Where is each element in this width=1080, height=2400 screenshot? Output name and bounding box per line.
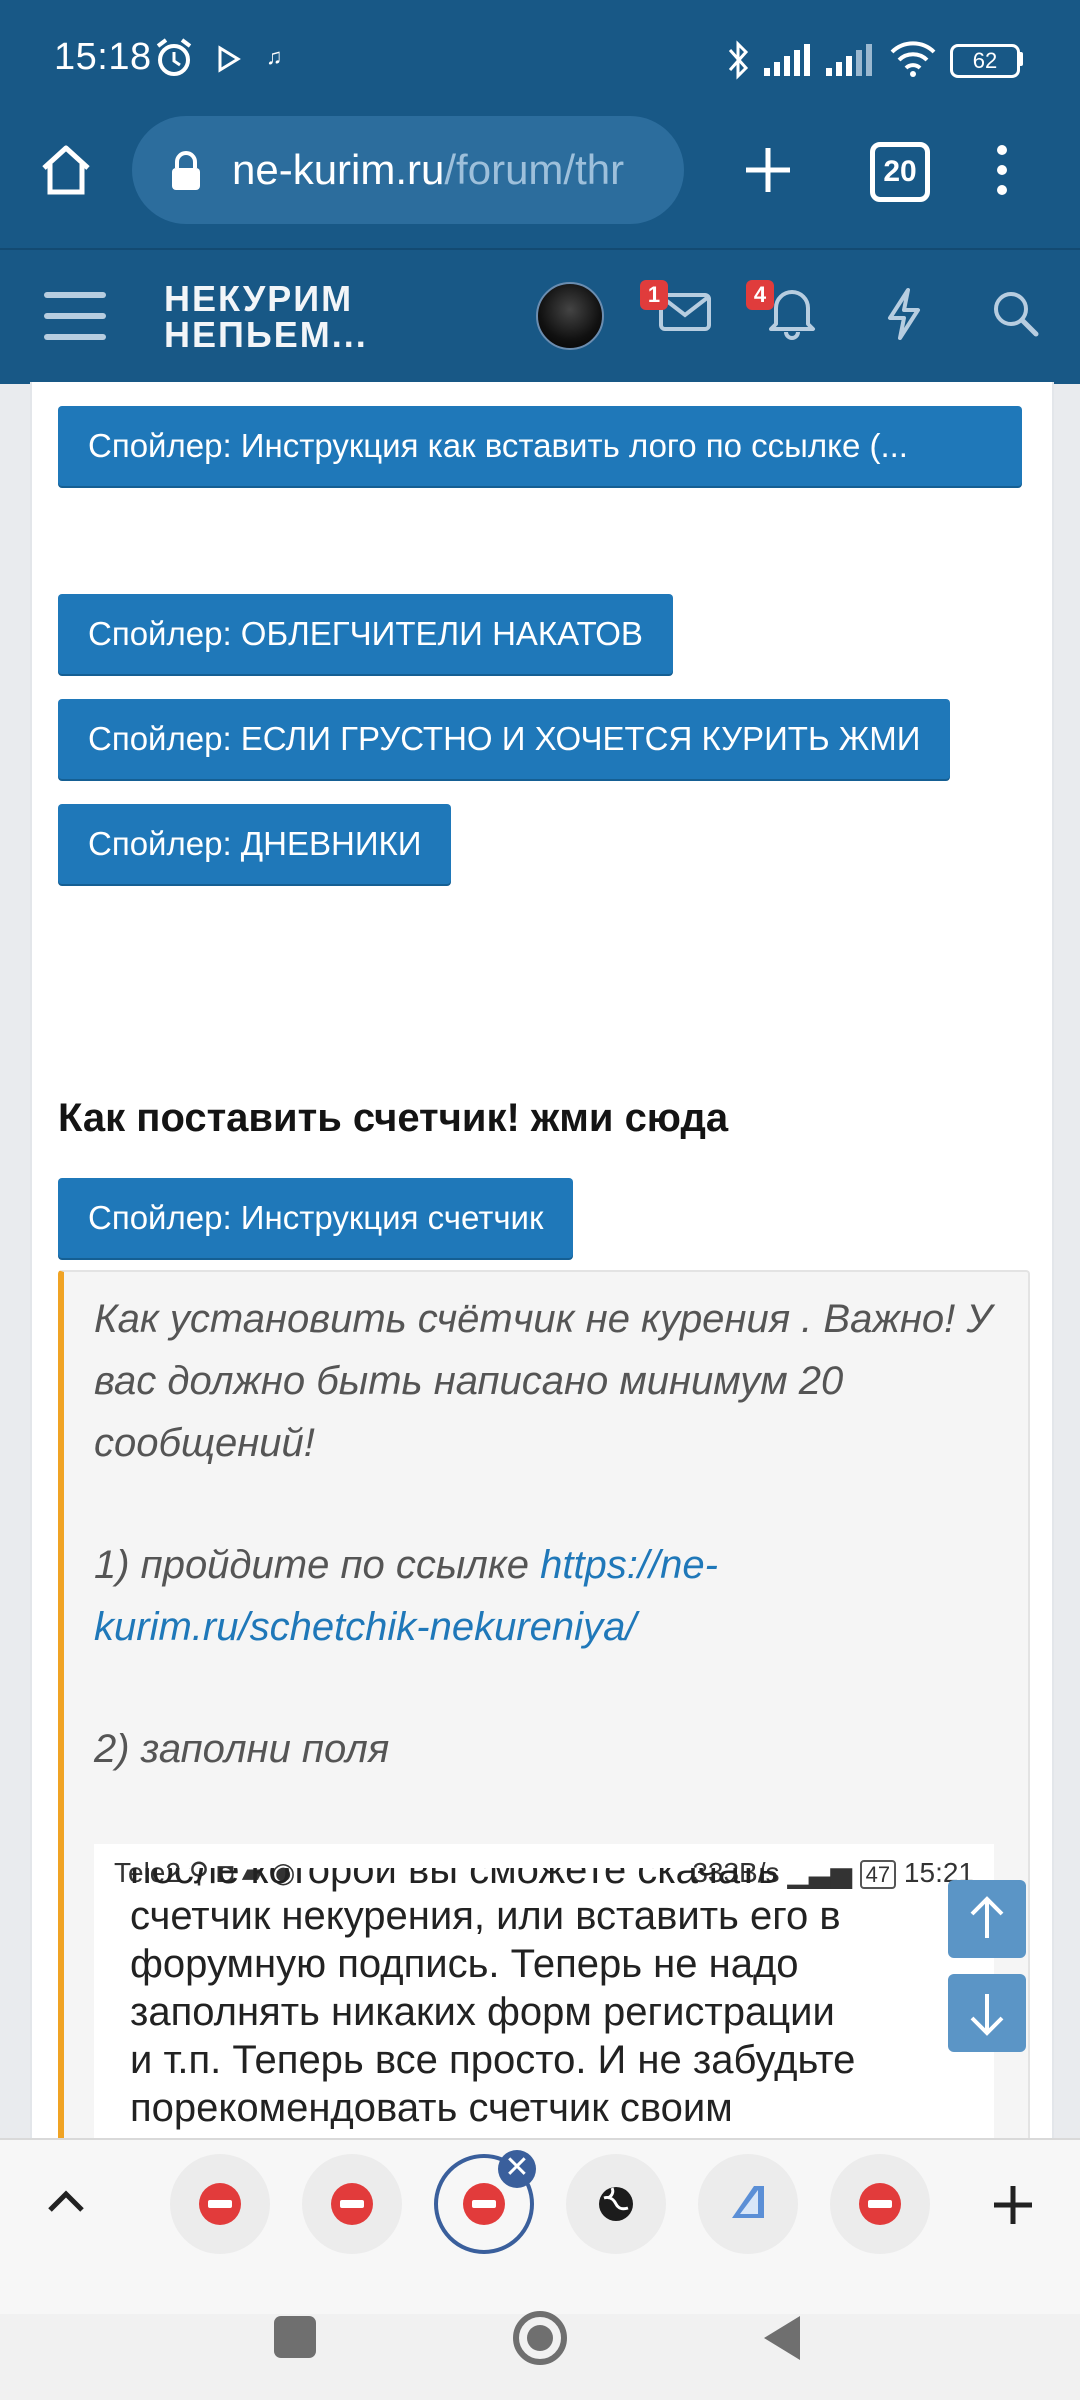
bluetooth-icon: [728, 40, 749, 80]
quote-step1: 1) пройдите по ссылке https://ne-kurim.r…: [94, 1534, 994, 1658]
chevron-up-icon[interactable]: [46, 2186, 86, 2216]
spoiler-sad-smoke[interactable]: Спойлер: ЕСЛИ ГРУСТНО И ХОЧЕТСЯ КУРИТЬ Ж…: [58, 699, 951, 779]
play-store-icon: [218, 45, 241, 73]
inner-line-cut: порекомендовать счетчик своим: [130, 2086, 733, 2130]
signal-2-icon: [826, 44, 872, 76]
tab-thumb-6[interactable]: [830, 2154, 930, 2254]
status-bar: 15:18 ♫ 62: [0, 0, 1080, 120]
tab-switcher-button[interactable]: 20: [870, 142, 930, 202]
wifi-icon: [890, 41, 936, 77]
lightning-icon[interactable]: [884, 286, 924, 342]
spoiler-counter-instruction[interactable]: Спойлер: Инструкция счетчик: [58, 1178, 574, 1258]
inner-text-top: после которой вы сможете скачать: [130, 1868, 779, 1892]
battery-indicator: 62: [950, 44, 1020, 78]
spoiler-diaries[interactable]: Спойлер: ДНЕВНИКИ: [58, 804, 452, 884]
scroll-up-button[interactable]: [948, 1880, 1026, 1958]
home-nav-icon[interactable]: [510, 2308, 570, 2368]
embedded-screenshot: Tele2 ⚲ ◘ ▰ ◉ 333B/s ▁▃▅ 47 15:21 после …: [94, 1844, 994, 2144]
quote-step2: 2) заполни поля: [94, 1727, 390, 1771]
search-icon[interactable]: [990, 288, 1040, 338]
url-path: /forum/thr: [444, 146, 625, 193]
spoiler-logo-instruction[interactable]: Спойлер: Инструкция как вставить лого по…: [58, 406, 1022, 486]
tab-thumb-5[interactable]: [698, 2154, 798, 2254]
lock-icon: [172, 151, 200, 190]
tab-thumb-4[interactable]: [566, 2154, 666, 2254]
quote-step1-text: 1) пройдите по ссылке: [94, 1543, 541, 1587]
inner-line: форумную подпись. Теперь не надо: [130, 1942, 799, 1986]
battery-tip: [1018, 52, 1023, 66]
home-icon[interactable]: [38, 142, 94, 198]
stop-sign-icon: [463, 2183, 505, 2225]
arrow-down-icon: [970, 1994, 1004, 2036]
add-tab-icon[interactable]: [990, 2182, 1036, 2228]
stop-sign-icon: [199, 2183, 241, 2225]
inner-line: и т.п. Теперь все просто. И не забудьте: [130, 2038, 856, 2082]
signal-1-icon: [764, 44, 810, 76]
inner-line: счетчик некурения, или вставить его в: [130, 1894, 841, 1938]
arrow-up-icon: [970, 1896, 1004, 1938]
stop-sign-icon: [859, 2183, 901, 2225]
music-icon: ♫: [266, 44, 283, 69]
inner-text: счетчик некурения, или вставить его в фо…: [130, 1892, 990, 2132]
stop-sign-icon: [331, 2183, 373, 2225]
recents-button[interactable]: [274, 2316, 316, 2358]
app-4-icon: [732, 2186, 764, 2218]
url-text[interactable]: ne-kurim.ru/forum/thr: [232, 146, 662, 194]
spoiler-relievers[interactable]: Спойлер: ОБЛЕГЧИТЕЛИ НАКАТОВ: [58, 594, 673, 674]
hamburger-menu-icon[interactable]: [44, 290, 106, 342]
quote-intro: Как установить счётчик не курения . Важн…: [94, 1297, 992, 1465]
scroll-down-button[interactable]: [948, 1974, 1026, 2052]
site-logo-line2[interactable]: НЕПЬЕМ...: [164, 314, 368, 356]
new-tab-icon[interactable]: [742, 144, 794, 196]
alarm-icon: [156, 38, 192, 76]
menu-dots-icon[interactable]: [990, 142, 1014, 198]
back-nav-icon[interactable]: [760, 2312, 804, 2364]
tab-thumb-2[interactable]: [302, 2154, 402, 2254]
counter-heading: Как поставить счетчик! жми сюда: [58, 1096, 729, 1140]
inner-line: заполнять никаких форм регистрации: [130, 1990, 835, 2034]
user-avatar[interactable]: [536, 282, 604, 350]
url-domain: ne-kurim.ru: [232, 146, 445, 193]
alerts-badge: 4: [746, 280, 774, 310]
status-time: 15:18: [54, 36, 152, 78]
close-tab-icon[interactable]: ✕: [498, 2150, 536, 2188]
tab-thumb-1[interactable]: [170, 2154, 270, 2254]
messages-badge: 1: [640, 280, 668, 310]
globe-icon: [599, 2187, 633, 2221]
